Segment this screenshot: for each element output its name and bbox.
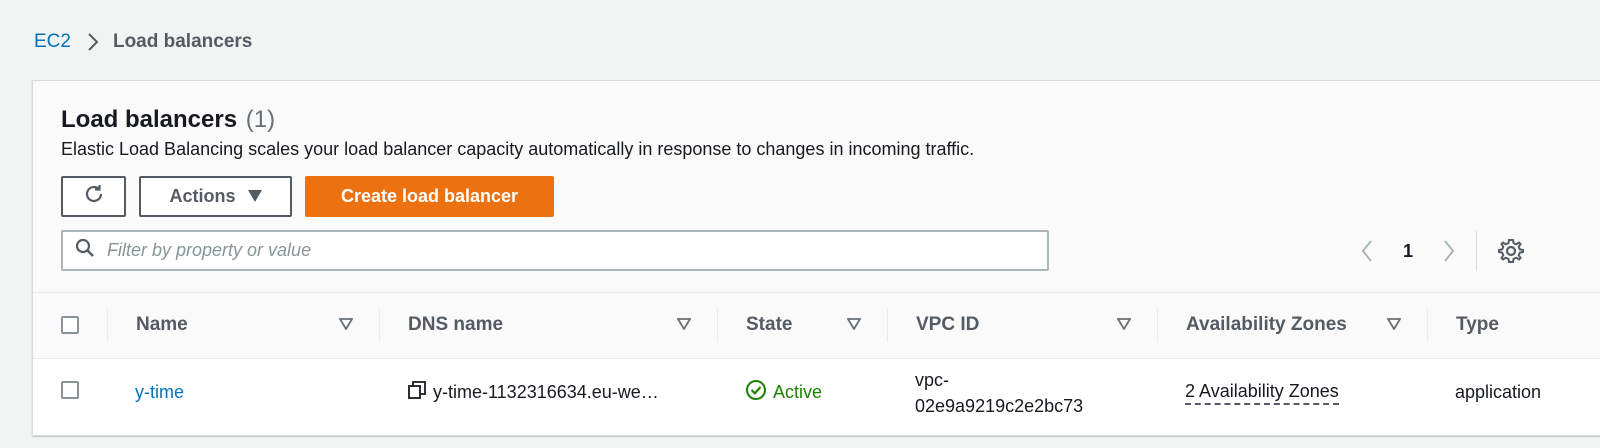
column-header-availability-zones[interactable]: Availability Zones [1157,293,1427,358]
row-select-cell [33,358,107,427]
search-icon [75,238,95,263]
column-header-type[interactable]: Type [1427,293,1600,358]
column-header-dns-name[interactable]: DNS name [379,293,717,358]
sort-triangle-icon[interactable] [676,314,692,336]
load-balancer-name-link[interactable]: y-time [135,382,184,402]
chevron-right-icon [87,33,99,51]
type-text: application [1455,382,1542,403]
vpc-id-line1: vpc- [915,369,950,390]
check-circle-icon [745,379,767,406]
column-label: Availability Zones [1186,314,1347,336]
actions-label: Actions [169,186,236,206]
breadcrumb: EC2 Load balancers [34,31,252,53]
select-all-checkbox[interactable] [61,316,79,335]
previous-page-icon[interactable] [1353,240,1381,262]
caret-down-icon [247,186,262,207]
dns-name-text: y-time-1132316634.eu-we… [433,382,659,403]
load-balancers-panel: Load balancers (1) Elastic Load Balancin… [32,80,1600,436]
column-label: Type [1456,314,1499,336]
actions-dropdown[interactable]: Actions [139,176,292,217]
breadcrumb-ec2-link[interactable]: EC2 [34,31,71,53]
settings-gear-icon[interactable] [1498,238,1524,264]
refresh-icon [82,182,106,211]
copy-icon[interactable] [407,380,427,405]
column-label: DNS name [408,314,504,336]
availability-zones-popover[interactable]: 2 Availability Zones [1185,381,1339,405]
row-checkbox[interactable] [61,381,79,400]
column-label: VPC ID [916,314,980,336]
pagination-divider [1476,231,1477,271]
panel-header: Load balancers (1) Elastic Load Balancin… [33,81,1600,293]
table-header-row: Name DNS name State VPC ID Availability … [33,293,1600,358]
refresh-button[interactable] [61,176,126,217]
sort-triangle-icon[interactable] [1386,314,1402,336]
table-row[interactable]: y-time y-time-1132316634.eu-we… Active v… [33,358,1600,427]
sort-triangle-icon[interactable] [1116,314,1132,336]
sort-triangle-icon[interactable] [338,314,354,336]
column-label: Name [136,314,188,336]
create-load-balancer-button[interactable]: Create load balancer [305,176,554,217]
current-page-number[interactable]: 1 [1381,241,1435,262]
page-description: Elastic Load Balancing scales your load … [61,139,975,159]
dns-name-cell: y-time-1132316634.eu-we… [379,358,717,427]
name-cell: y-time [107,358,379,427]
vpc-id-line2: 02e9a9219c2e2bc73 [915,395,1084,416]
select-all-header [33,293,107,358]
vpc-id-cell: vpc- 02e9a9219c2e2bc73 [887,358,1157,427]
type-cell: application [1427,358,1600,427]
filter-input[interactable] [107,240,1007,261]
title-text: Load balancers [61,106,238,133]
column-header-name[interactable]: Name [107,293,379,358]
state-cell: Active [717,358,887,427]
breadcrumb-current: Load balancers [112,31,253,52]
column-header-vpc-id[interactable]: VPC ID [887,293,1157,358]
availability-zones-cell: 2 Availability Zones [1157,358,1427,427]
page-title: Load balancers (1) [61,106,275,134]
column-label: State [746,314,793,336]
load-balancers-table: Name DNS name State VPC ID Availability … [33,293,1600,427]
sort-triangle-icon[interactable] [846,314,862,336]
next-page-icon[interactable] [1435,240,1463,262]
filter-bar[interactable] [61,230,1049,271]
column-header-state[interactable]: State [717,293,887,358]
state-text: Active [773,382,823,403]
item-count: (1) [245,106,276,133]
pagination: 1 [1353,233,1463,269]
